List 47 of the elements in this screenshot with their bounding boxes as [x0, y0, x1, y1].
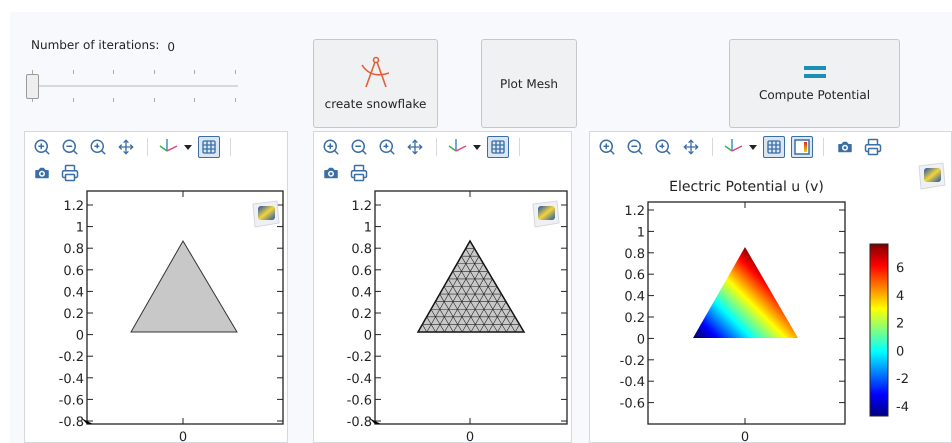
color-bar-label: -4 — [896, 400, 909, 415]
x-tick-label: 0 — [740, 430, 750, 442]
color-bar-label: -2 — [896, 372, 909, 388]
y-tick-label: 0.4 — [63, 285, 84, 300]
y-tick-label: 0 — [364, 328, 372, 344]
y-tick-label: -0.8 — [58, 415, 84, 430]
y-tick-label: 0.8 — [624, 246, 645, 262]
y-tick-label: -0.4 — [620, 375, 645, 390]
y-tick-label: 0.8 — [351, 242, 372, 258]
y-tick-label: 0 — [76, 328, 84, 344]
slider-label: Number of iterations: — [31, 37, 160, 54]
y-tick-label: -0.2 — [58, 350, 84, 366]
color-bar-label: 2 — [896, 316, 904, 332]
y-tick-label: 1 — [76, 220, 84, 236]
y-tick-label: 0.4 — [624, 290, 645, 305]
color-bar-label: 0 — [896, 344, 904, 360]
action-button[interactable]: Compute Potential — [729, 39, 900, 128]
y-tick-label: 0.6 — [351, 264, 372, 279]
color-bar-label: 6 — [896, 261, 904, 276]
y-tick-label: 0.2 — [624, 311, 645, 326]
y-tick-label: 0.8 — [63, 242, 84, 258]
x-tick-label: 0 — [466, 430, 474, 442]
action-button[interactable]: create snowflake — [313, 39, 438, 128]
y-tick-label: -0.4 — [346, 372, 372, 387]
y-tick-label: 0 — [636, 332, 645, 348]
y-tick-label: 0.6 — [63, 264, 84, 279]
y-tick-label: 0.2 — [63, 307, 84, 322]
y-tick-label: -0.4 — [58, 372, 84, 387]
y-tick-label: -0.2 — [346, 350, 372, 366]
y-tick-label: 0.6 — [624, 268, 645, 284]
plot-title: Electric Potential u (v) — [669, 179, 824, 195]
y-tick-label: -0.6 — [58, 393, 84, 408]
y-tick-label: 1.2 — [63, 199, 84, 214]
action-button[interactable]: Plot Mesh — [481, 39, 577, 128]
y-tick-label: -0.8 — [346, 415, 372, 430]
y-tick-label: -0.2 — [620, 354, 645, 369]
y-tick-label: 0.4 — [351, 285, 372, 300]
y-tick-label: 1.2 — [351, 199, 372, 214]
y-tick-label: 1.2 — [624, 204, 645, 219]
y-tick-label: 0.2 — [351, 307, 372, 322]
slider-value: 0 — [167, 39, 176, 56]
x-tick-label: 0 — [178, 430, 188, 442]
y-tick-label: 1 — [364, 220, 372, 236]
y-tick-label: -0.6 — [346, 393, 372, 408]
y-tick-label: -0.6 — [620, 396, 645, 412]
color-bar-label: 4 — [896, 288, 904, 304]
y-tick-label: 1 — [636, 225, 645, 240]
